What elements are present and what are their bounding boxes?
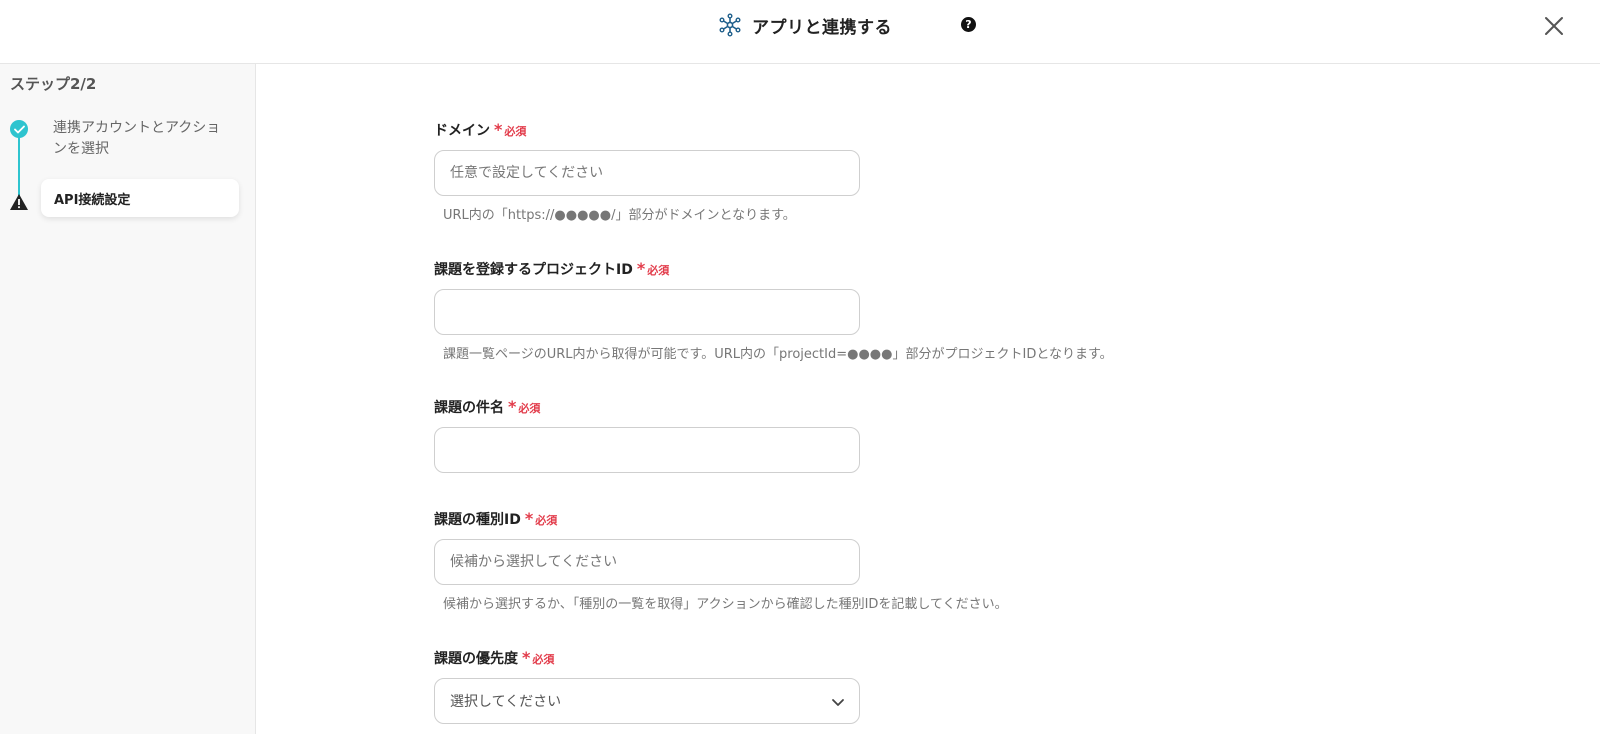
step-connector: [18, 136, 20, 200]
project-id-input[interactable]: [434, 289, 860, 335]
field-label-priority: 課題の優先度 * 必須: [434, 648, 555, 667]
required-mark: *: [494, 120, 503, 139]
field-label-domain: ドメイン * 必須: [434, 120, 527, 139]
issue-type-id-hint: 候補から選択するか、「種別の一覧を取得」アクションから確認した種別IDを記載して…: [443, 597, 1008, 612]
required-badge: 必須: [535, 514, 558, 527]
header-title: アプリと連携する: [718, 10, 892, 40]
required-mark: *: [524, 509, 534, 528]
header: アプリと連携する ?: [0, 0, 1600, 64]
sidebar: ステップ2/2 連携アカウントとアクションを選択 API接続設定: [0, 64, 256, 734]
required-mark: *: [636, 259, 646, 278]
required-mark: *: [522, 648, 531, 667]
step-label: ステップ2/2: [10, 75, 97, 93]
issue-type-id-input[interactable]: [434, 539, 860, 585]
required-mark: *: [508, 397, 517, 416]
step-item-account-action[interactable]: 連携アカウントとアクションを選択: [53, 118, 233, 160]
field-label-summary: 課題の件名 * 必須: [434, 397, 541, 416]
page-title: アプリと連携する: [752, 17, 892, 38]
priority-select[interactable]: 選択してください: [434, 678, 860, 724]
required-badge: 必須: [504, 125, 527, 138]
priority-select-value: 選択してください: [450, 694, 562, 710]
app-connect-icon: [719, 13, 741, 37]
required-badge: 必須: [532, 653, 555, 666]
field-label-issue-type-id: 課題の種別ID * 必須: [434, 509, 558, 528]
required-badge: 必須: [647, 264, 670, 277]
summary-input[interactable]: [434, 427, 860, 473]
chevron-down-icon: [832, 699, 844, 706]
close-icon[interactable]: [1540, 12, 1568, 40]
warning-icon: [10, 194, 28, 210]
domain-input[interactable]: [434, 150, 860, 196]
required-badge: 必須: [518, 402, 541, 415]
step-item-api-settings[interactable]: API接続設定: [41, 179, 239, 217]
project-id-hint: 課題一覧ページのURL内から取得が可能です。URL内の「projectId=●●…: [443, 347, 1113, 362]
help-icon[interactable]: ?: [961, 17, 976, 32]
check-icon: [10, 120, 28, 138]
domain-hint: URL内の「https://●●●●●/」部分がドメインとなります。: [443, 208, 796, 223]
field-label-project-id: 課題を登録するプロジェクトID * 必須: [434, 259, 670, 278]
